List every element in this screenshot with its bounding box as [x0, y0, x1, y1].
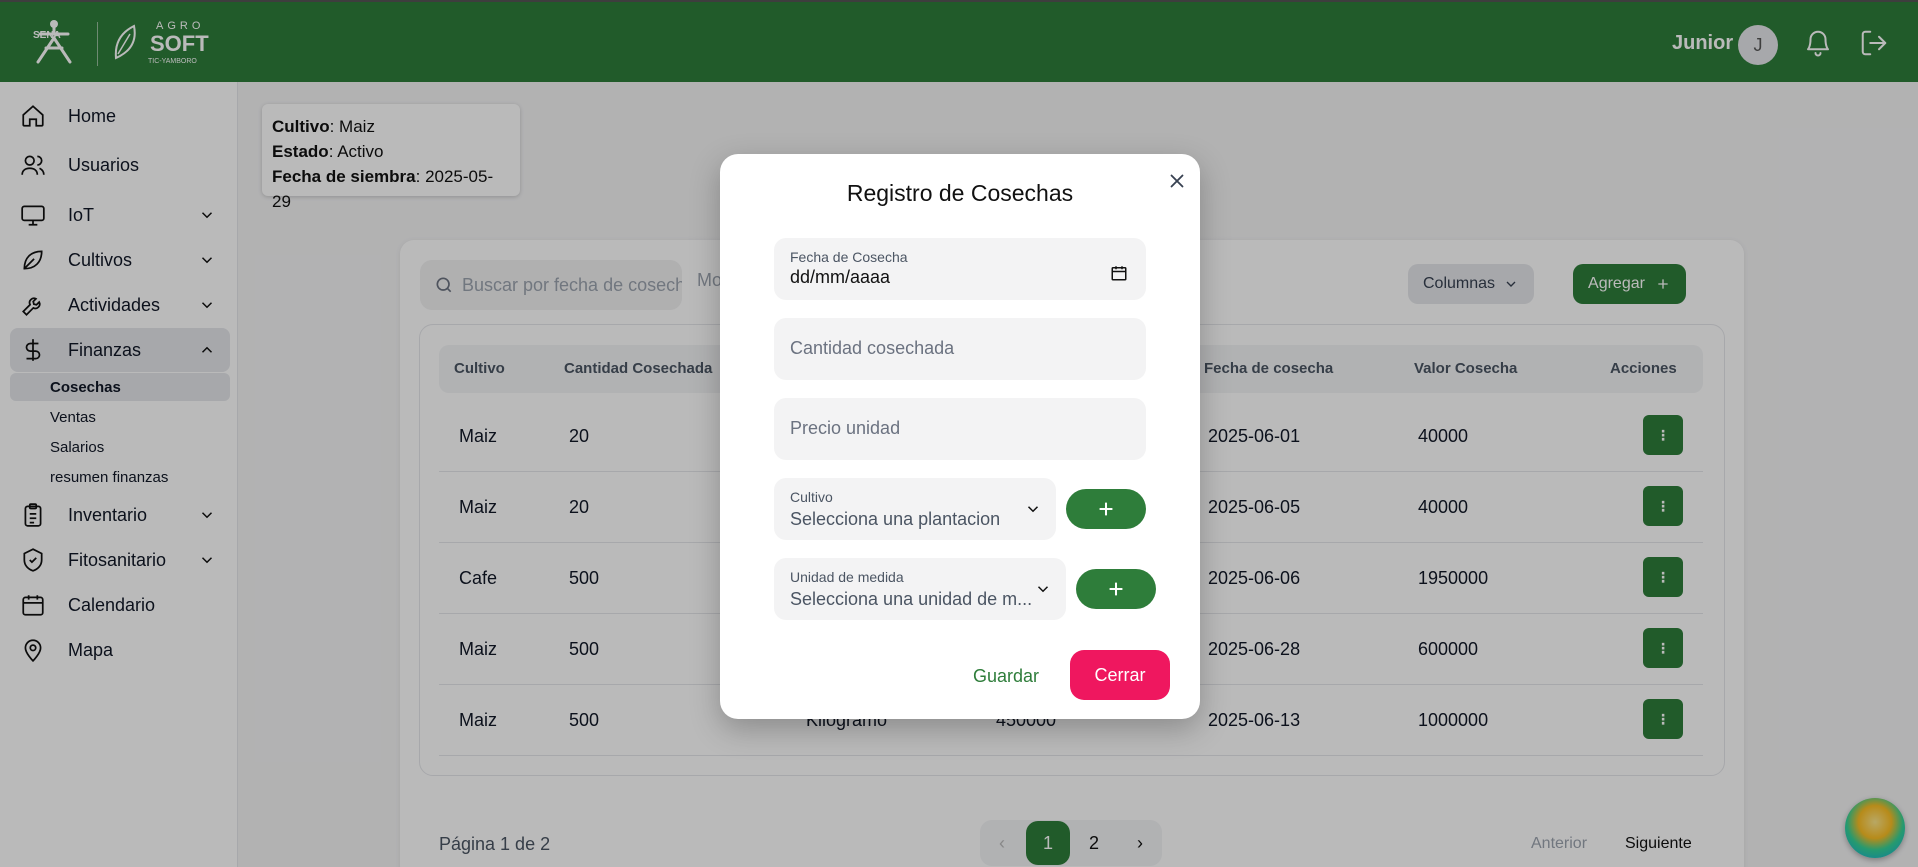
crop-select-label: Cultivo	[790, 489, 833, 505]
unit-price-field[interactable]: Precio unidad	[774, 398, 1146, 460]
chevron-down-icon	[1027, 506, 1039, 513]
chevron-down-icon	[1037, 586, 1049, 593]
unit-select-value: Selecciona una unidad de m...	[790, 589, 1033, 609]
unit-price-placeholder: Precio unidad	[790, 418, 901, 438]
crop-select[interactable]: Cultivo Selecciona una plantacion	[774, 478, 1056, 540]
quantity-field[interactable]: Cantidad cosechada	[774, 318, 1146, 380]
add-crop-button[interactable]	[1066, 489, 1146, 529]
unit-select[interactable]: Unidad de medida Selecciona una unidad d…	[774, 558, 1066, 620]
unit-select-label: Unidad de medida	[790, 569, 904, 585]
harvest-modal: Registro de Cosechas Fecha de Cosecha dd…	[720, 154, 1200, 719]
add-unit-button[interactable]	[1076, 569, 1156, 609]
harvest-date-label: Fecha de Cosecha	[790, 249, 908, 265]
calendar-icon[interactable]	[1110, 264, 1128, 282]
close-icon[interactable]	[1166, 170, 1188, 192]
harvest-date-value: dd/mm/aaaa	[790, 267, 891, 287]
save-button[interactable]: Guardar	[973, 666, 1039, 687]
crop-select-value: Selecciona una plantacion	[790, 509, 1001, 529]
quantity-placeholder: Cantidad cosechada	[790, 338, 955, 358]
harvest-date-field[interactable]: Fecha de Cosecha dd/mm/aaaa	[774, 238, 1146, 300]
plus-icon	[1099, 502, 1113, 516]
modal-title: Registro de Cosechas	[846, 180, 1074, 206]
close-button[interactable]: Cerrar	[1070, 650, 1170, 700]
plus-icon	[1109, 582, 1123, 596]
